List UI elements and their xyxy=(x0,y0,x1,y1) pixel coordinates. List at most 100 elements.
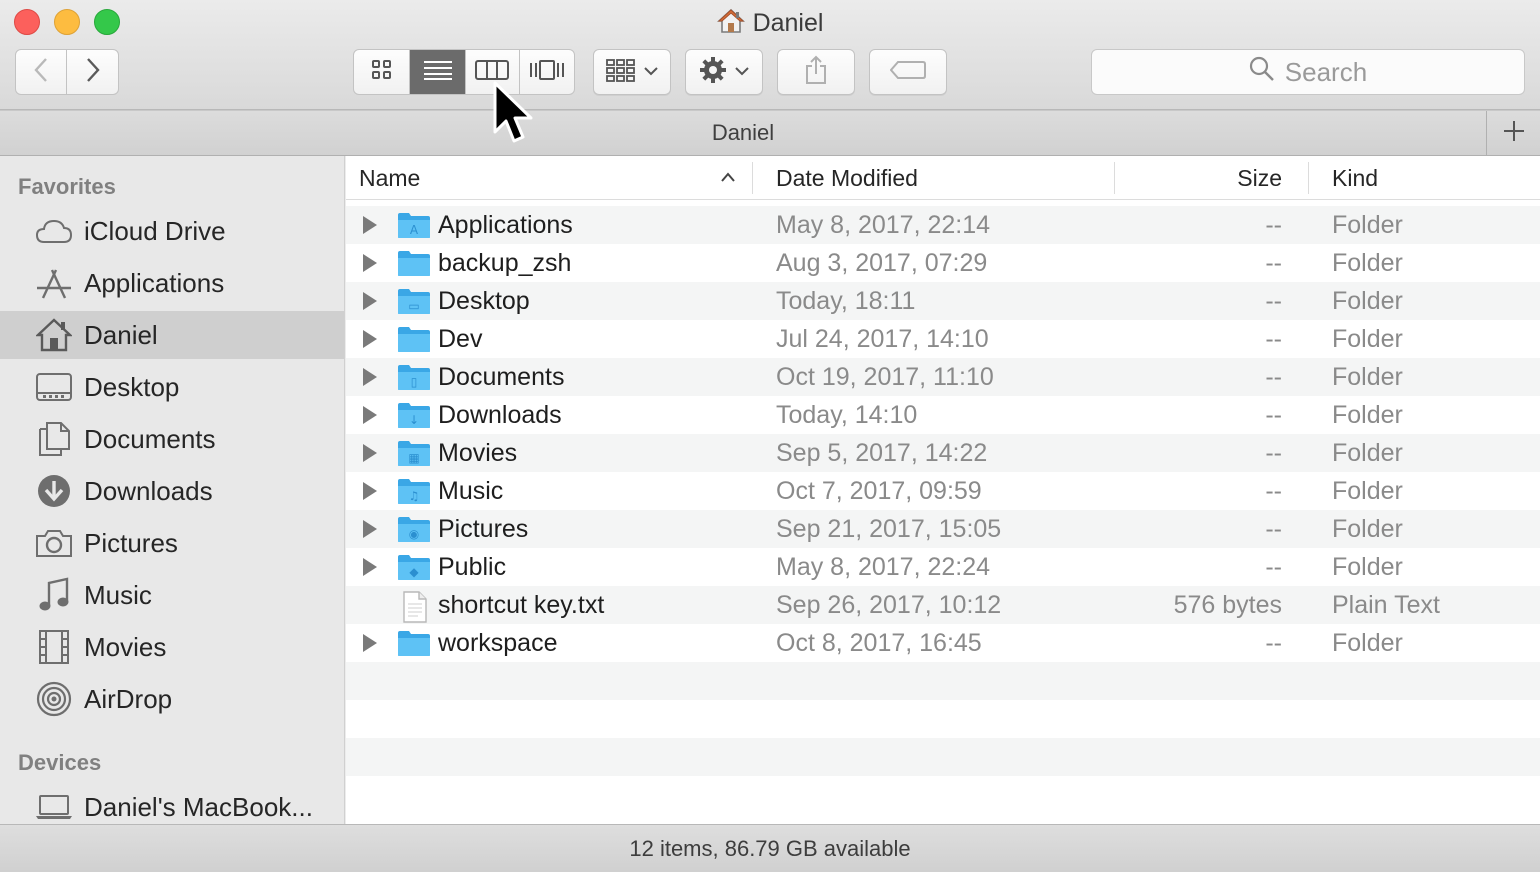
file-date-modified: Oct 7, 2017, 09:59 xyxy=(776,477,982,505)
sidebar-heading-favorites: Favorites xyxy=(18,174,116,199)
disclosure-triangle-icon[interactable] xyxy=(363,330,377,348)
sidebar-item-pictures[interactable]: Pictures xyxy=(0,519,344,567)
file-name: Downloads xyxy=(438,401,562,429)
sidebar-item-daniel[interactable]: Daniel xyxy=(0,311,344,359)
disclosure-triangle-icon[interactable] xyxy=(363,406,377,424)
file-row[interactable]: workspace Oct 8, 2017, 16:45 -- Folder xyxy=(346,624,1540,662)
airdrop-icon xyxy=(34,679,74,719)
disclosure-triangle-icon[interactable] xyxy=(363,558,377,576)
disclosure-triangle-icon[interactable] xyxy=(363,292,377,310)
arrange-button[interactable] xyxy=(593,49,671,95)
file-size: -- xyxy=(1265,401,1282,429)
chevron-down-icon xyxy=(644,63,658,81)
file-size: -- xyxy=(1265,363,1282,391)
chevron-left-icon xyxy=(33,57,49,88)
folder-badge: ◆ xyxy=(409,565,419,579)
file-date-modified: Aug 3, 2017, 07:29 xyxy=(776,249,988,277)
search-field[interactable]: Search xyxy=(1091,49,1525,95)
share-button[interactable] xyxy=(777,49,855,95)
file-kind: Folder xyxy=(1332,401,1403,429)
disclosure-triangle-icon[interactable] xyxy=(363,520,377,538)
file-name: Dev xyxy=(438,325,483,353)
column-date-header[interactable]: Date Modified xyxy=(776,165,918,192)
file-size: -- xyxy=(1265,287,1282,315)
column-size-header[interactable]: Size xyxy=(1237,165,1282,192)
sidebar-item-movies[interactable]: Movies xyxy=(0,623,344,671)
file-row[interactable]: ◆ Public May 8, 2017, 22:24 -- Folder xyxy=(346,548,1540,586)
icon-view-button[interactable] xyxy=(354,50,411,94)
file-row[interactable]: backup_zsh Aug 3, 2017, 07:29 -- Folder xyxy=(346,244,1540,282)
folder-icon: ◉ xyxy=(397,515,431,548)
file-row[interactable]: shortcut key.txt Sep 26, 2017, 10:12 576 b… xyxy=(346,586,1540,624)
forward-button[interactable] xyxy=(67,50,118,94)
chevron-right-icon xyxy=(85,57,101,88)
text-file-icon xyxy=(397,591,431,628)
file-name: Movies xyxy=(438,439,518,467)
file-size: -- xyxy=(1265,629,1282,657)
tab-daniel[interactable]: Daniel xyxy=(0,120,1486,146)
new-tab-button[interactable] xyxy=(1486,111,1540,156)
sidebar-item-label: AirDrop xyxy=(84,683,173,714)
disclosure-triangle-icon[interactable] xyxy=(363,444,377,462)
column-kind-header[interactable]: Kind xyxy=(1332,165,1378,192)
folder-icon: ▦ xyxy=(397,439,431,472)
list-view-button[interactable] xyxy=(410,50,466,94)
file-size: -- xyxy=(1265,477,1282,505)
file-size: -- xyxy=(1265,553,1282,581)
file-name: shortcut key.txt xyxy=(438,591,605,619)
sidebar-item-applications[interactable]: Applications xyxy=(0,259,344,307)
folder-icon: ↓ xyxy=(397,401,431,434)
sidebar-item-documents[interactable]: Documents xyxy=(0,415,344,463)
applications-icon xyxy=(34,263,74,303)
column-divider[interactable] xyxy=(1114,162,1115,194)
disclosure-triangle-icon[interactable] xyxy=(363,254,377,272)
file-row[interactable]: ◉ Pictures Sep 21, 2017, 15:05 -- Folder xyxy=(346,510,1540,548)
file-row[interactable]: ▭ Desktop Today, 18:11 -- Folder xyxy=(346,282,1540,320)
file-row[interactable]: ▯ Documents Oct 19, 2017, 11:10 -- Folder xyxy=(346,358,1540,396)
home-icon xyxy=(34,315,74,355)
file-row[interactable]: ↓ Downloads Today, 14:10 -- Folder xyxy=(346,396,1540,434)
download-icon xyxy=(34,471,74,511)
folder-icon: ◆ xyxy=(397,553,431,586)
file-list: Name Date Modified Size Kind A Applicatio… xyxy=(346,156,1540,824)
file-date-modified: Today, 18:11 xyxy=(776,287,916,315)
edit-tags-button[interactable] xyxy=(869,49,947,95)
file-size: -- xyxy=(1265,325,1282,353)
action-button[interactable] xyxy=(685,49,763,95)
folder-badge: ▦ xyxy=(408,451,419,465)
column-divider[interactable] xyxy=(1308,162,1309,194)
column-name-header[interactable]: Name xyxy=(359,165,420,192)
folder-icon: A xyxy=(397,211,431,244)
file-row[interactable]: ♫ Music Oct 7, 2017, 09:59 -- Folder xyxy=(346,472,1540,510)
file-row[interactable]: A Applications May 8, 2017, 22:14 -- Folder xyxy=(346,206,1540,244)
empty-row xyxy=(346,662,1540,700)
disclosure-triangle-icon[interactable] xyxy=(363,482,377,500)
file-size: -- xyxy=(1265,439,1282,467)
file-kind: Folder xyxy=(1332,287,1403,315)
folder-icon: ▭ xyxy=(397,287,431,320)
back-button[interactable] xyxy=(16,50,68,94)
sidebar-item-music[interactable]: Music xyxy=(0,571,344,619)
sidebar-item-macbook[interactable]: Daniel's MacBook... xyxy=(0,783,344,824)
disclosure-triangle-icon[interactable] xyxy=(363,216,377,234)
file-kind: Folder xyxy=(1332,211,1403,239)
column-divider[interactable] xyxy=(752,162,753,194)
camera-icon xyxy=(34,523,74,563)
file-size: -- xyxy=(1265,211,1282,239)
folder-badge: ▯ xyxy=(411,375,418,389)
folder-badge: ▭ xyxy=(408,299,419,313)
view-mode-control xyxy=(353,49,575,95)
sidebar-item-airdrop[interactable]: AirDrop xyxy=(0,675,344,723)
file-row[interactable]: Dev Jul 24, 2017, 14:10 -- Folder xyxy=(346,320,1540,358)
disclosure-triangle-icon[interactable] xyxy=(363,634,377,652)
sidebar-item-downloads[interactable]: Downloads xyxy=(0,467,344,515)
file-kind: Folder xyxy=(1332,249,1403,277)
file-kind: Folder xyxy=(1332,629,1403,657)
disclosure-triangle-icon[interactable] xyxy=(363,368,377,386)
sidebar-item-icloud-drive[interactable]: iCloud Drive xyxy=(0,207,344,255)
folder-icon: ▯ xyxy=(397,363,431,396)
file-row[interactable]: ▦ Movies Sep 5, 2017, 14:22 -- Folder xyxy=(346,434,1540,472)
sidebar-item-desktop[interactable]: Desktop xyxy=(0,363,344,411)
sidebar: Favorites iCloud Drive Applications Dani… xyxy=(0,156,345,824)
share-icon xyxy=(804,55,828,90)
